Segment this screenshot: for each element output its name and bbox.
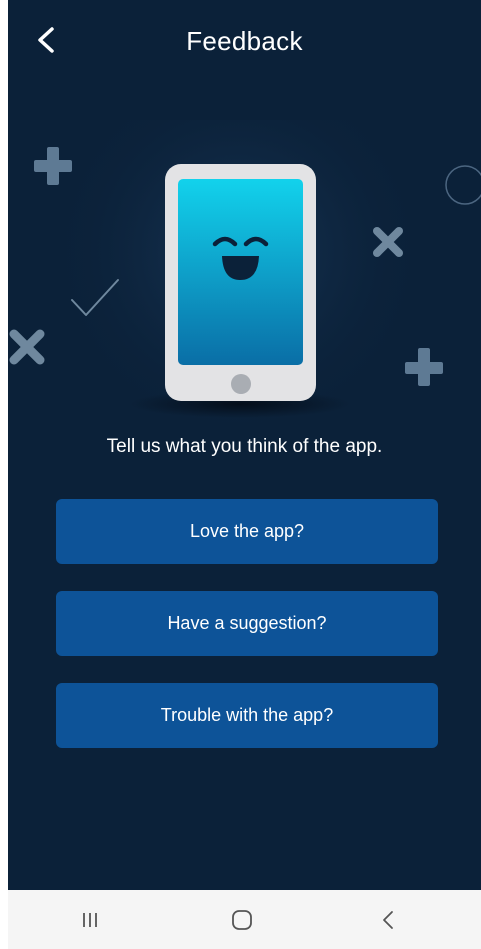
recent-apps-button[interactable]	[70, 904, 110, 936]
plus-icon	[34, 147, 72, 185]
feedback-screen: Feedback Tell us what you think of the a…	[8, 0, 481, 890]
feedback-options: Love the app? Have a suggestion? Trouble…	[56, 499, 438, 775]
trouble-with-app-button[interactable]: Trouble with the app?	[56, 683, 438, 748]
love-the-app-button[interactable]: Love the app?	[56, 499, 438, 564]
home-icon	[232, 910, 252, 930]
recent-apps-icon	[83, 913, 97, 927]
smiling-phone-illustration	[9, 120, 481, 430]
back-icon	[383, 911, 393, 929]
plus-icon	[405, 348, 443, 386]
page-title: Feedback	[186, 26, 303, 56]
header: Feedback	[8, 0, 481, 82]
times-icon	[9, 329, 45, 365]
system-navbar	[8, 890, 481, 949]
circle-icon	[445, 165, 481, 205]
system-back-button[interactable]	[368, 904, 408, 936]
have-a-suggestion-button[interactable]: Have a suggestion?	[56, 591, 438, 656]
feedback-prompt: Tell us what you think of the app.	[106, 436, 383, 457]
home-button[interactable]	[222, 904, 262, 936]
